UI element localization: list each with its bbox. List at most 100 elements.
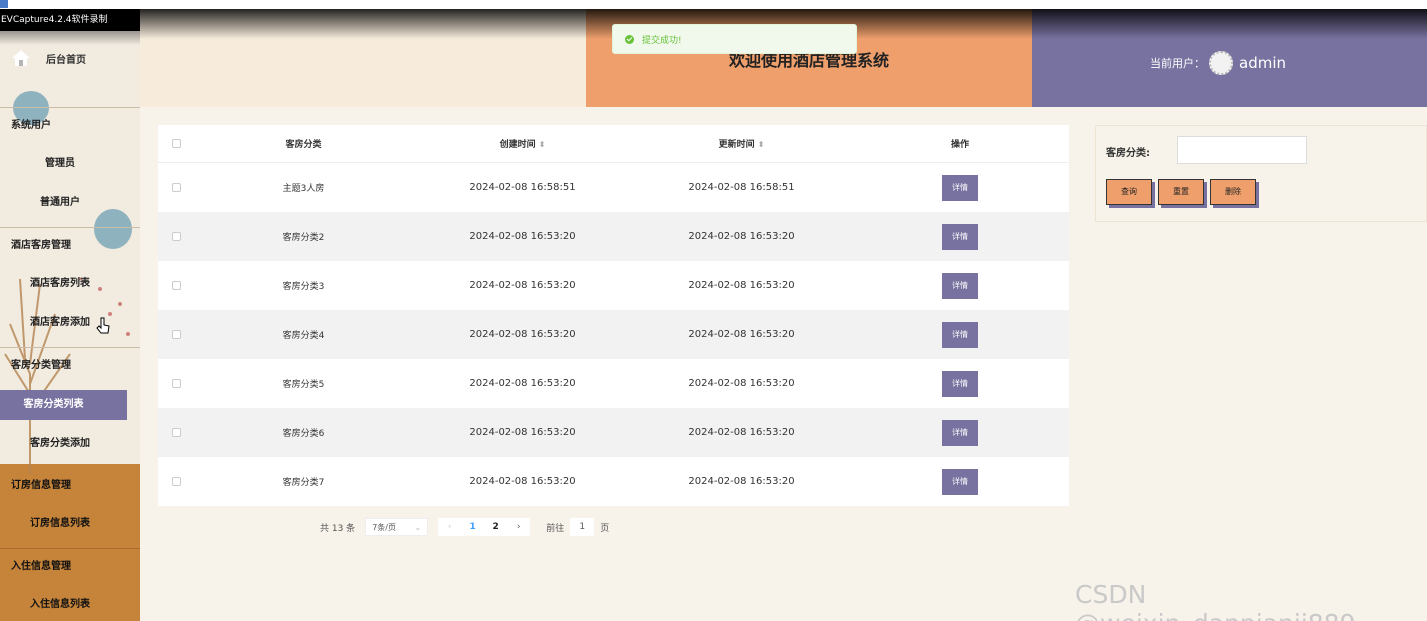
sidebar-group-room-category[interactable]: 客房分类管理 <box>0 351 140 381</box>
table-body: 主题3人房 2024-02-08 16:58:51 2024-02-08 16:58… <box>158 163 1069 506</box>
table-row: 客房分类7 2024-02-08 16:53:20 2024-02-08 16:53… <box>158 457 1069 506</box>
select-all-checkbox[interactable] <box>171 139 181 148</box>
cell-created: 2024-02-08 16:53:20 <box>469 280 576 291</box>
sidebar-item-category-list[interactable]: 客房分类列表 <box>0 390 127 420</box>
table-row: 主题3人房 2024-02-08 16:58:51 2024-02-08 16:58… <box>158 163 1069 212</box>
sidebar-item-admins[interactable]: 管理员 <box>0 149 140 179</box>
row-checkbox[interactable] <box>171 477 181 486</box>
goto-suffix: 页 <box>600 523 610 534</box>
cell-updated: 2024-02-08 16:53:20 <box>688 280 795 291</box>
cell-category: 客房分类3 <box>282 282 325 292</box>
toast-message: 提交成功! <box>642 35 682 46</box>
sidebar-item-category-add[interactable]: 客房分类添加 <box>0 429 140 459</box>
cell-updated: 2024-02-08 16:53:20 <box>688 427 795 438</box>
sidebar-divider <box>0 107 140 108</box>
cell-updated: 2024-02-08 16:53:20 <box>688 476 795 487</box>
cell-category: 客房分类4 <box>282 331 325 341</box>
row-checkbox[interactable] <box>171 281 181 290</box>
cell-updated: 2024-02-08 16:53:20 <box>688 231 795 242</box>
row-checkbox[interactable] <box>171 330 181 339</box>
delete-button[interactable]: 删除 <box>1210 179 1256 205</box>
cell-category: 客房分类6 <box>282 429 325 439</box>
page-2[interactable]: 2 <box>484 522 507 532</box>
cell-created: 2024-02-08 16:58:51 <box>469 182 576 193</box>
pager-nav: ‹ 1 2 › <box>438 518 531 536</box>
row-checkbox[interactable] <box>171 183 181 192</box>
success-toast: 提交成功! <box>612 24 857 54</box>
cell-created: 2024-02-08 16:53:20 <box>469 329 576 340</box>
cell-category: 主题3人房 <box>282 184 325 194</box>
current-user: 当前用户： admin <box>1150 51 1286 75</box>
chevron-down-icon: ⌄ <box>414 522 422 532</box>
cell-created: 2024-02-08 16:53:20 <box>469 378 576 389</box>
pager-total: 共 13 条 <box>320 523 356 534</box>
category-search-input[interactable] <box>1177 136 1307 164</box>
table-row: 客房分类5 2024-02-08 16:53:20 2024-02-08 16:53… <box>158 359 1069 408</box>
recorder-title: EVCapture4.2.4软件录制 <box>0 9 140 31</box>
sidebar-group-checkin[interactable]: 入住信息管理 <box>0 552 140 582</box>
cell-created: 2024-02-08 16:53:20 <box>469 476 576 487</box>
username: admin <box>1239 54 1286 72</box>
row-checkbox[interactable] <box>171 379 181 388</box>
sidebar-group-system-users[interactable]: 系统用户 <box>0 111 140 141</box>
detail-button[interactable]: 详情 <box>942 272 978 299</box>
row-checkbox[interactable] <box>171 232 181 241</box>
sidebar-divider <box>0 227 140 228</box>
sidebar: 后台首页 系统用户 管理员 普通用户 酒店客房管理 酒店客房列表 酒店客房添加 … <box>0 9 140 621</box>
detail-button[interactable]: 详情 <box>942 174 978 201</box>
row-checkbox[interactable] <box>171 428 181 437</box>
sidebar-item-room-add[interactable]: 酒店客房添加 <box>0 308 140 338</box>
sidebar-group-hotel-rooms[interactable]: 酒店客房管理 <box>0 231 140 261</box>
avatar[interactable] <box>1209 51 1233 75</box>
next-page-button[interactable]: › <box>507 522 530 532</box>
col-header-category: 客房分类 <box>285 140 322 150</box>
category-table: 客房分类 创建时间 ⬍ 更新时间 ⬍ 操作 主题3人房 2024-02-08 16:5… <box>158 125 1069 506</box>
main-content: 客房分类 创建时间 ⬍ 更新时间 ⬍ 操作 主题3人房 2024-02-08 16:5… <box>140 107 1427 621</box>
detail-button[interactable]: 详情 <box>942 419 978 446</box>
detail-button[interactable]: 详情 <box>942 370 978 397</box>
col-header-created[interactable]: 创建时间 ⬍ <box>413 137 632 150</box>
sidebar-item-room-list[interactable]: 酒店客房列表 <box>0 269 140 299</box>
goto-input[interactable]: 1 <box>570 518 595 536</box>
sidebar-home-label: 后台首页 <box>46 54 86 66</box>
cell-updated: 2024-02-08 16:58:51 <box>688 182 795 193</box>
page-size-select[interactable]: 7条/页 ⌄ <box>365 518 429 536</box>
sidebar-group-booking[interactable]: 订房信息管理 <box>0 471 140 501</box>
sidebar-item-normal-users[interactable]: 普通用户 <box>0 188 140 218</box>
sidebar-divider <box>0 347 140 348</box>
cell-created: 2024-02-08 16:53:20 <box>469 427 576 438</box>
detail-button[interactable]: 详情 <box>942 468 978 495</box>
cell-category: 客房分类2 <box>282 233 325 243</box>
cell-category: 客房分类5 <box>282 380 325 390</box>
table-row: 客房分类3 2024-02-08 16:53:20 2024-02-08 16:53… <box>158 261 1069 310</box>
prev-page-button[interactable]: ‹ <box>438 522 461 532</box>
table-header: 客房分类 创建时间 ⬍ 更新时间 ⬍ 操作 <box>158 125 1069 163</box>
col-header-updated[interactable]: 更新时间 ⬍ <box>632 137 851 150</box>
sort-icon[interactable]: ⬍ <box>539 140 546 149</box>
col-header-ops: 操作 <box>950 140 969 150</box>
watermark: CSDN @weixin_danpianji889 <box>1075 580 1355 621</box>
sort-icon[interactable]: ⬍ <box>758 140 765 149</box>
recorder-strip <box>0 0 1427 9</box>
search-label: 客房分类: <box>1106 148 1150 159</box>
sidebar-home[interactable]: 后台首页 <box>0 45 140 71</box>
table-row: 客房分类4 2024-02-08 16:53:20 2024-02-08 16:53… <box>158 310 1069 359</box>
success-check-icon <box>625 34 634 44</box>
table-row: 客房分类6 2024-02-08 16:53:20 2024-02-08 16:53… <box>158 408 1069 457</box>
cell-created: 2024-02-08 16:53:20 <box>469 231 576 242</box>
goto-label: 前往 <box>546 523 565 534</box>
detail-button[interactable]: 详情 <box>942 321 978 348</box>
recorder-icon <box>0 0 8 8</box>
reset-button[interactable]: 重置 <box>1158 179 1204 205</box>
pagination: 共 13 条 7条/页 ⌄ ‹ 1 2 › 前往 1 页 <box>320 518 609 536</box>
cell-category: 客房分类7 <box>282 478 325 488</box>
page-1[interactable]: 1 <box>461 522 484 532</box>
cell-updated: 2024-02-08 16:53:20 <box>688 329 795 340</box>
sidebar-item-booking-list[interactable]: 订房信息列表 <box>0 509 140 539</box>
query-button[interactable]: 查询 <box>1106 179 1152 205</box>
detail-button[interactable]: 详情 <box>942 223 978 250</box>
sidebar-item-checkin-list[interactable]: 入住信息列表 <box>0 590 140 620</box>
search-panel: 客房分类: 查询 重置 删除 <box>1095 125 1427 222</box>
cell-updated: 2024-02-08 16:53:20 <box>688 378 795 389</box>
sidebar-divider <box>0 548 140 549</box>
